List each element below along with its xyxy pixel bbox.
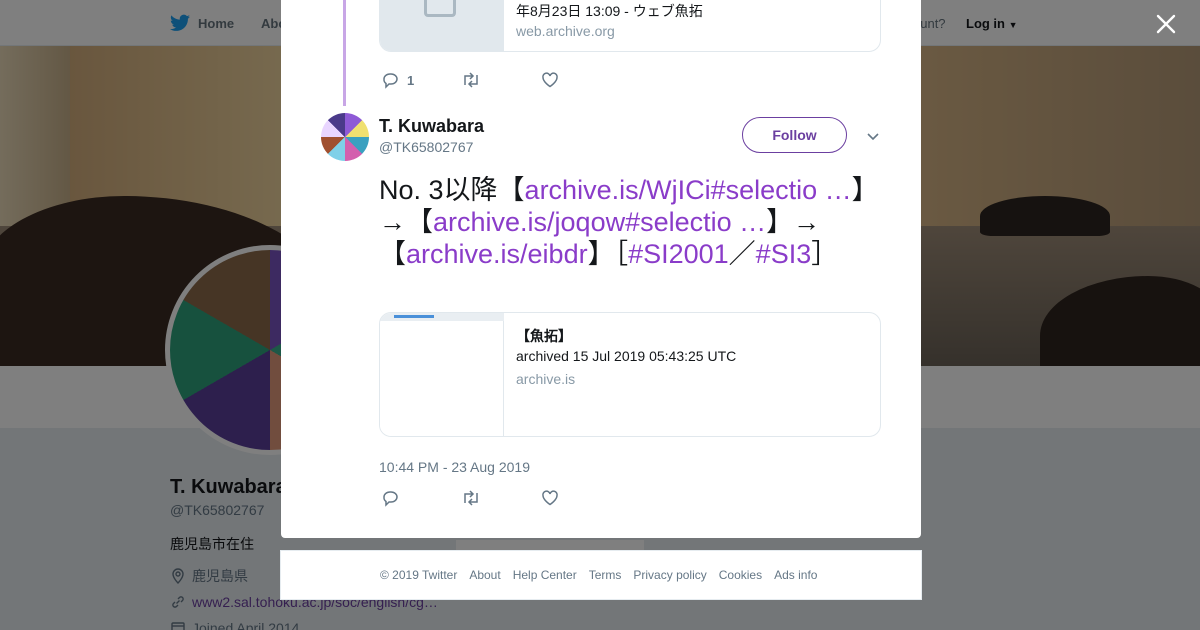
close-icon[interactable] bbox=[1154, 12, 1178, 36]
author-handle[interactable]: @TK65802767 bbox=[379, 139, 473, 155]
retweet-button[interactable] bbox=[461, 489, 541, 507]
footer-link-terms[interactable]: Terms bbox=[589, 568, 622, 582]
tweet-timestamp[interactable]: 10:44 PM - 23 Aug 2019 bbox=[379, 459, 530, 475]
reply-icon bbox=[383, 491, 398, 507]
like-button[interactable] bbox=[541, 71, 621, 89]
card-title: 【魚拓】 bbox=[516, 328, 572, 344]
retweet-button[interactable] bbox=[461, 71, 541, 89]
hashtag-si3[interactable]: #SI3 bbox=[756, 239, 812, 269]
heart-icon bbox=[542, 72, 558, 88]
reply-icon bbox=[383, 73, 398, 89]
footer-link-help-center[interactable]: Help Center bbox=[513, 568, 577, 582]
card-domain: archive.is bbox=[516, 371, 576, 387]
reply-button[interactable] bbox=[381, 489, 461, 507]
card-thumbnail bbox=[380, 0, 504, 51]
text-segment: No. 3以降【 bbox=[379, 175, 525, 205]
retweet-icon bbox=[464, 490, 478, 506]
heart-icon bbox=[542, 490, 558, 506]
tweet-actions bbox=[381, 489, 621, 507]
chevron-down-icon[interactable] bbox=[865, 128, 881, 144]
follow-button[interactable]: Follow bbox=[742, 117, 847, 153]
footer-copyright: © 2019 Twitter bbox=[380, 568, 458, 582]
card-thumbnail bbox=[380, 313, 504, 436]
archive-link-1[interactable]: archive.is/WjICi#selectio … bbox=[525, 175, 852, 205]
footer-link-cookies[interactable]: Cookies bbox=[719, 568, 762, 582]
footer-link-about[interactable]: About bbox=[469, 568, 500, 582]
card-domain: web.archive.org bbox=[516, 23, 615, 39]
archive-link-3[interactable]: archive.is/eibdr bbox=[406, 239, 588, 269]
tweet-text: No. 3以降【archive.is/WjICi#selectio …】→【ar… bbox=[379, 174, 869, 270]
modal-footer: © 2019 Twitter About Help Center Terms P… bbox=[280, 550, 922, 600]
text-segment: ／ bbox=[728, 239, 756, 269]
tweet-permalink-modal: 年8月23日 13:09 - ウェブ魚拓 web.archive.org 1 T… bbox=[281, 0, 921, 538]
text-segment: ］ bbox=[811, 239, 839, 269]
reply-button[interactable]: 1 bbox=[381, 71, 461, 89]
like-button[interactable] bbox=[541, 489, 621, 507]
tweet-link-card[interactable]: 【魚拓】 archived 15 Jul 2019 05:43:25 UTC a… bbox=[379, 312, 881, 437]
archive-link-2[interactable]: archive.is/joqow#selectio … bbox=[433, 207, 766, 237]
thread-connector-line bbox=[343, 0, 346, 106]
card-description: 年8月23日 13:09 - ウェブ魚拓 bbox=[516, 3, 703, 19]
card-description: archived 15 Jul 2019 05:43:25 UTC bbox=[516, 348, 737, 364]
footer-link-privacy[interactable]: Privacy policy bbox=[633, 568, 706, 582]
author-name[interactable]: T. Kuwabara bbox=[379, 116, 484, 137]
hashtag-si2001[interactable]: #SI2001 bbox=[628, 239, 729, 269]
text-segment: 】［ bbox=[587, 239, 629, 269]
reply-count: 1 bbox=[407, 72, 415, 88]
thumbnail-header-strip bbox=[380, 313, 504, 321]
document-icon bbox=[424, 0, 456, 17]
footer-link-ads-info[interactable]: Ads info bbox=[774, 568, 817, 582]
previous-tweet-link-card[interactable]: 年8月23日 13:09 - ウェブ魚拓 web.archive.org bbox=[379, 0, 881, 52]
author-avatar[interactable] bbox=[321, 113, 369, 161]
retweet-icon bbox=[464, 72, 478, 88]
previous-tweet-actions: 1 bbox=[381, 71, 621, 89]
